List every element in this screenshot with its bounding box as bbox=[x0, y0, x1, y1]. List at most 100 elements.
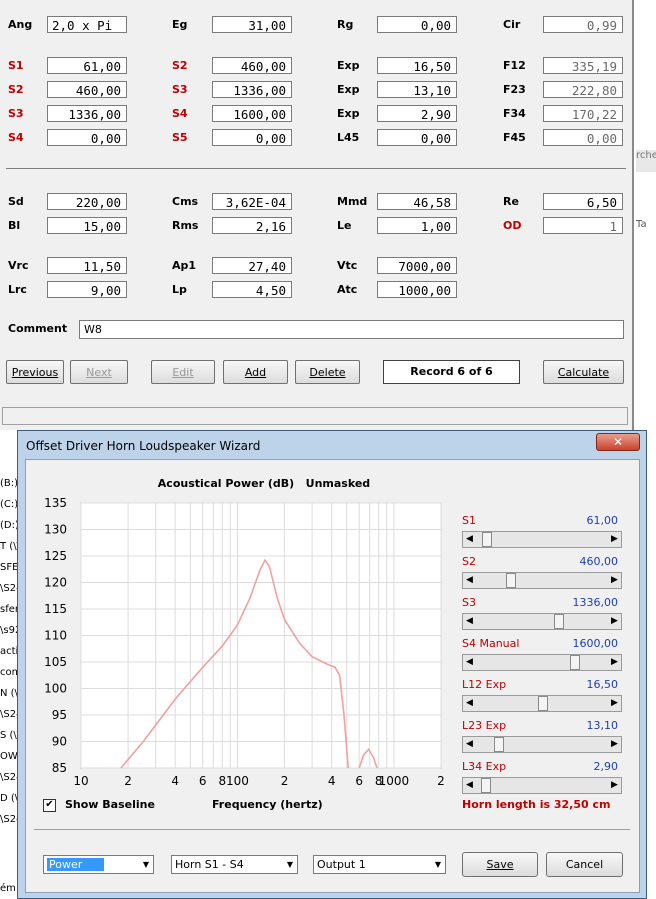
y-tick-label: 90 bbox=[52, 735, 67, 749]
field-s1[interactable]: 61,00 bbox=[47, 57, 127, 74]
chevron-down-icon: ▼ bbox=[142, 860, 150, 869]
slider-thumb[interactable] bbox=[554, 614, 564, 629]
field-re[interactable]: 6,50 bbox=[543, 193, 623, 210]
label-f45: F45 bbox=[503, 131, 526, 144]
field-eg[interactable]: 31,00 bbox=[212, 16, 292, 33]
arrow-left-icon[interactable]: ◀ bbox=[463, 696, 476, 711]
label-atc: Atc bbox=[337, 283, 358, 296]
arrow-right-icon[interactable]: ▶ bbox=[608, 737, 621, 752]
y-tick-label: 135 bbox=[44, 496, 67, 510]
x-tick-label: 6 bbox=[199, 774, 207, 788]
field-bl[interactable]: 15,00 bbox=[47, 217, 127, 234]
slider-thumb[interactable] bbox=[494, 737, 504, 752]
show-baseline-checkbox[interactable]: ✔ bbox=[43, 799, 56, 812]
field-f45: 0,00 bbox=[543, 129, 623, 146]
chart-title: Acoustical Power (dB) Unmasked bbox=[158, 477, 370, 490]
field-s3[interactable]: 1336,00 bbox=[47, 105, 127, 122]
arrow-left-icon[interactable]: ◀ bbox=[463, 614, 476, 629]
field-vrc[interactable]: 11,50 bbox=[47, 257, 127, 274]
label-bl: Bl bbox=[8, 219, 21, 232]
field-exp1[interactable]: 16,50 bbox=[377, 57, 457, 74]
field-ang[interactable]: 2,0 x Pi bbox=[47, 16, 127, 33]
label-s3-col2: S3 bbox=[172, 83, 188, 96]
horn-wizard-dialog: Offset Driver Horn Loudspeaker Wizard ✕ … bbox=[17, 430, 647, 899]
slider-thumb[interactable] bbox=[538, 696, 549, 711]
slider-label: L23 Exp bbox=[462, 719, 507, 732]
slider-label: L12 Exp bbox=[462, 678, 507, 691]
label-le: Le bbox=[337, 219, 352, 232]
close-button[interactable]: ✕ bbox=[596, 433, 640, 451]
slider-thumb[interactable] bbox=[506, 573, 516, 588]
cancel-button[interactable]: Cancel bbox=[546, 852, 623, 877]
slider-value: 1336,00 bbox=[572, 596, 619, 609]
horn-select-value: Horn S1 - S4 bbox=[175, 858, 244, 871]
add-button[interactable]: Add bbox=[223, 360, 288, 384]
field-s2[interactable]: 460,00 bbox=[47, 81, 127, 98]
arrow-left-icon[interactable]: ◀ bbox=[463, 573, 476, 588]
field-ap1[interactable]: 27,40 bbox=[212, 257, 292, 274]
main-window: Ang 2,0 x Pi Eg 31,00 Rg 0,00 Cir 0,99 S… bbox=[0, 0, 634, 430]
slider-value: 1600,00 bbox=[572, 637, 619, 650]
field-lrc[interactable]: 9,00 bbox=[47, 281, 127, 298]
field-od: 1 bbox=[543, 217, 623, 234]
field-sd[interactable]: 220,00 bbox=[47, 193, 127, 210]
field-f23: 222,80 bbox=[543, 81, 623, 98]
arrow-left-icon[interactable]: ◀ bbox=[463, 778, 476, 793]
parameter-slider[interactable]: ◀ ▶ bbox=[462, 531, 622, 548]
arrow-left-icon[interactable]: ◀ bbox=[463, 737, 476, 752]
field-s2-col2[interactable]: 460,00 bbox=[212, 57, 292, 74]
label-vtc: Vtc bbox=[337, 259, 358, 272]
checkmark-icon: ✔ bbox=[45, 799, 54, 810]
field-l45[interactable]: 0,00 bbox=[377, 129, 457, 146]
slider-thumb[interactable] bbox=[482, 532, 492, 547]
field-mmd[interactable]: 46,58 bbox=[377, 193, 457, 210]
label-eg: Eg bbox=[172, 18, 188, 31]
arrow-right-icon[interactable]: ▶ bbox=[608, 614, 621, 629]
field-cms[interactable]: 3,62E-04 bbox=[212, 193, 292, 210]
previous-button[interactable]: Previous bbox=[6, 360, 64, 384]
field-s4[interactable]: 0,00 bbox=[47, 129, 127, 146]
field-s3-col2[interactable]: 1336,00 bbox=[212, 81, 292, 98]
arrow-left-icon[interactable]: ◀ bbox=[463, 532, 476, 547]
label-exp3: Exp bbox=[337, 107, 360, 120]
parameter-slider[interactable]: ◀ ▶ bbox=[462, 572, 622, 589]
field-exp3[interactable]: 2,90 bbox=[377, 105, 457, 122]
calculate-button[interactable]: Calculate bbox=[543, 360, 624, 384]
arrow-right-icon[interactable]: ▶ bbox=[608, 655, 621, 670]
parameter-slider[interactable]: ◀ ▶ bbox=[462, 695, 622, 712]
field-s4-col2[interactable]: 1600,00 bbox=[212, 105, 292, 122]
mode-select[interactable]: Power ▼ bbox=[43, 855, 154, 874]
y-tick-label: 110 bbox=[44, 629, 67, 643]
y-tick-label: 125 bbox=[44, 549, 67, 563]
x-tick-label: 2 bbox=[437, 774, 445, 788]
horn-select[interactable]: Horn S1 - S4 ▼ bbox=[171, 855, 298, 874]
field-rms[interactable]: 2,16 bbox=[212, 217, 292, 234]
arrow-left-icon[interactable]: ◀ bbox=[463, 655, 476, 670]
slider-thumb[interactable] bbox=[569, 655, 580, 670]
parameter-slider[interactable]: ◀ ▶ bbox=[462, 736, 622, 753]
field-rg[interactable]: 0,00 bbox=[377, 16, 457, 33]
field-vtc[interactable]: 7000,00 bbox=[377, 257, 457, 274]
arrow-right-icon[interactable]: ▶ bbox=[608, 532, 621, 547]
comment-field[interactable]: W8 bbox=[79, 320, 624, 339]
record-indicator: Record 6 of 6 bbox=[383, 360, 520, 384]
parameter-slider[interactable]: ◀ ▶ bbox=[462, 613, 622, 630]
field-le[interactable]: 1,00 bbox=[377, 217, 457, 234]
field-atc[interactable]: 1000,00 bbox=[377, 281, 457, 298]
slider-thumb[interactable] bbox=[480, 778, 491, 793]
save-button[interactable]: Save bbox=[462, 852, 538, 877]
label-comment: Comment bbox=[8, 322, 68, 335]
edit-button[interactable]: Edit bbox=[151, 360, 215, 384]
label-lp: Lp bbox=[172, 283, 187, 296]
parameter-slider[interactable]: ◀ ▶ bbox=[462, 654, 622, 671]
output-select[interactable]: Output 1 ▼ bbox=[313, 855, 446, 874]
arrow-right-icon[interactable]: ▶ bbox=[608, 778, 621, 793]
arrow-right-icon[interactable]: ▶ bbox=[608, 696, 621, 711]
field-lp[interactable]: 4,50 bbox=[212, 281, 292, 298]
next-button[interactable]: Next bbox=[70, 360, 128, 384]
field-exp2[interactable]: 13,10 bbox=[377, 81, 457, 98]
delete-button[interactable]: Delete bbox=[295, 360, 360, 384]
arrow-right-icon[interactable]: ▶ bbox=[608, 573, 621, 588]
parameter-slider[interactable]: ◀ ▶ bbox=[462, 777, 622, 794]
field-s5[interactable]: 0,00 bbox=[212, 129, 292, 146]
